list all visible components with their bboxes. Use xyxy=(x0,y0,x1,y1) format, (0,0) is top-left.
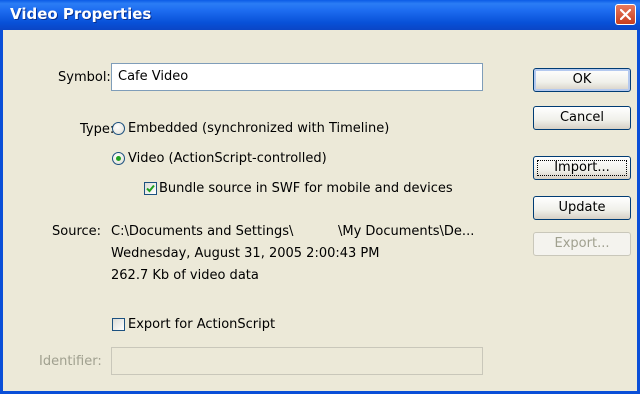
radio-selected-dot xyxy=(116,156,121,161)
bundle-label[interactable]: Bundle source in SWF for mobile and devi… xyxy=(159,181,453,196)
source-date: Wednesday, August 31, 2005 2:00:43 PM xyxy=(111,246,380,261)
source-label: Source: xyxy=(52,224,102,239)
symbol-label: Symbol: xyxy=(58,70,111,85)
close-icon xyxy=(620,9,631,20)
cancel-button[interactable]: Cancel xyxy=(533,106,631,130)
source-size: 262.7 Kb of video data xyxy=(111,268,259,283)
title-bar[interactable]: Video Properties xyxy=(0,0,640,30)
export-actionscript-checkbox[interactable] xyxy=(112,318,125,331)
export-actionscript-label[interactable]: Export for ActionScript xyxy=(128,317,275,332)
update-button[interactable]: Update xyxy=(533,196,631,220)
bundle-checkbox[interactable] xyxy=(144,182,157,195)
radio-embedded-label[interactable]: Embedded (synchronized with Timeline) xyxy=(128,121,389,136)
radio-video[interactable] xyxy=(112,152,125,165)
close-button[interactable] xyxy=(615,4,636,25)
radio-video-label[interactable]: Video (ActionScript-controlled) xyxy=(128,151,327,166)
ok-button[interactable]: OK xyxy=(533,68,631,92)
symbol-input[interactable]: Cafe Video xyxy=(111,63,483,91)
import-button[interactable]: Import... xyxy=(533,156,631,180)
symbol-input-value: Cafe Video xyxy=(118,69,189,84)
identifier-label: Identifier: xyxy=(39,354,102,369)
radio-embedded[interactable] xyxy=(112,122,125,135)
type-label: Type: xyxy=(80,122,115,137)
source-path-right: \My Documents\De... xyxy=(338,224,475,239)
focus-ring xyxy=(537,160,627,176)
checkmark-icon xyxy=(146,184,155,193)
window-title: Video Properties xyxy=(10,5,152,23)
video-properties-dialog: Video Properties Symbol: Cafe Video Type… xyxy=(0,0,640,394)
identifier-input[interactable] xyxy=(111,347,483,375)
export-button[interactable]: Export... xyxy=(533,232,631,256)
source-path-left: C:\Documents and Settings\ xyxy=(111,224,294,239)
